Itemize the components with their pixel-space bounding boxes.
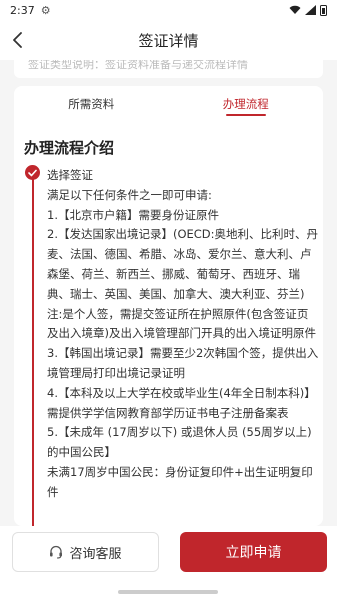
step-line: 满足以下任何条件之一即可申请: [47,187,212,202]
back-button[interactable] [6,28,30,52]
bottom-action-bar: 咨询客服 立即申请 [0,526,337,600]
settings-status-icon: ⚙ [40,3,51,17]
tab-required-materials[interactable]: 所需资料 [14,86,169,122]
step-content: 选择签证 满足以下任何条件之一即可申请: 1.【北京市户籍】需要身份证原件 2.… [47,166,319,503]
status-bar: 2:37 ⚙ [0,0,337,20]
tab-process[interactable]: 办理流程 [169,86,324,122]
step-title: 选择签证 [47,168,93,182]
consult-service-button[interactable]: 咨询客服 [12,532,159,572]
home-indicator [118,590,218,594]
status-time: 2:37 [10,3,35,17]
step-line: 3.【韩国出境记录】需要至少2次韩国个签，提供出入境管理局打印出境记录证明 [47,346,319,380]
section-title: 办理流程介绍 [24,139,115,157]
process-card: 所需资料 办理流程 办理流程介绍 选择签证 满足以下任何条件之一即可申请: 1.… [14,86,323,526]
signal-icon [305,5,316,15]
step-line: 4.【本科及以上大学在校或毕业生(4年全日制本科)】需提供学学信网教育部学历证书… [47,385,316,420]
page-title: 签证详情 [138,31,199,50]
status-icons [289,4,327,16]
apply-now-button[interactable]: 立即申请 [180,532,327,572]
navigation-bar: 签证详情 [0,20,337,60]
info-card-text: 签证类型说明：签证资料准备与递交流程详情 [28,60,248,71]
step-line: 2.【发达国家出境记录】(OECD:奥地利、比利时、丹麦、法国、德国、希腊、冰岛… [47,227,319,301]
info-card-fragment: 签证类型说明：签证资料准备与递交流程详情 [14,60,323,78]
battery-icon [320,4,327,16]
consult-service-label: 咨询客服 [69,546,122,562]
step-line: 5.【未成年 (17周岁以下) 或退休人员 (55周岁以上)的中国公民】 [47,425,312,460]
timeline-line [32,176,34,526]
step-line: 1.【北京市户籍】需要身份证原件 [47,207,219,222]
check-icon [25,165,40,180]
step-line: 注:是个人签，需提交签证所在护照原件(包含签证页及出入境章)及出入境管理部门开具… [47,306,316,341]
step-line: 未满17周岁中国公民：身份证复印件+出生证明复印件 [47,464,313,499]
chevron-left-icon [13,32,22,48]
tab-bar: 所需资料 办理流程 [14,86,323,122]
wifi-icon [289,5,301,14]
headset-icon [50,545,63,559]
